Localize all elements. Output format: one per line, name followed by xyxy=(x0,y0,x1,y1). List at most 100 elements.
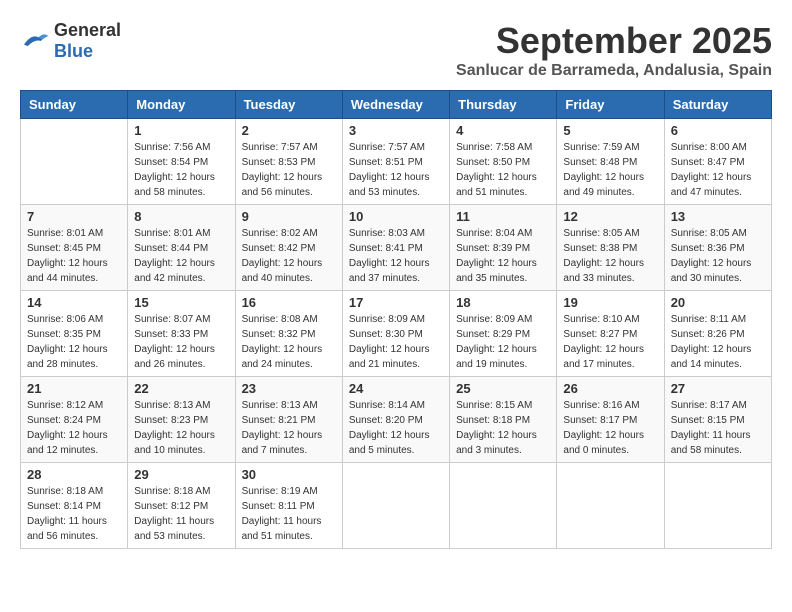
calendar-cell: 4 Sunrise: 7:58 AM Sunset: 8:50 PM Daylig… xyxy=(450,119,557,205)
day-info: Sunrise: 8:11 AM Sunset: 8:26 PM Dayligh… xyxy=(671,312,765,372)
calendar-cell: 13 Sunrise: 8:05 AM Sunset: 8:36 PM Dayli… xyxy=(664,205,771,291)
calendar-cell: 20 Sunrise: 8:11 AM Sunset: 8:26 PM Dayli… xyxy=(664,291,771,377)
calendar-cell xyxy=(664,463,771,549)
calendar-cell: 7 Sunrise: 8:01 AM Sunset: 8:45 PM Daylig… xyxy=(21,205,128,291)
header-friday: Friday xyxy=(557,91,664,119)
day-number: 27 xyxy=(671,381,765,396)
calendar-cell: 22 Sunrise: 8:13 AM Sunset: 8:23 PM Dayli… xyxy=(128,377,235,463)
day-info: Sunrise: 8:07 AM Sunset: 8:33 PM Dayligh… xyxy=(134,312,228,372)
calendar-cell: 28 Sunrise: 8:18 AM Sunset: 8:14 PM Dayli… xyxy=(21,463,128,549)
day-number: 2 xyxy=(242,123,336,138)
day-info: Sunrise: 8:02 AM Sunset: 8:42 PM Dayligh… xyxy=(242,226,336,286)
day-number: 23 xyxy=(242,381,336,396)
header-wednesday: Wednesday xyxy=(342,91,449,119)
day-number: 10 xyxy=(349,209,443,224)
day-info: Sunrise: 8:16 AM Sunset: 8:17 PM Dayligh… xyxy=(563,398,657,458)
day-number: 13 xyxy=(671,209,765,224)
calendar-cell: 1 Sunrise: 7:56 AM Sunset: 8:54 PM Daylig… xyxy=(128,119,235,205)
location-subtitle: Sanlucar de Barrameda, Andalusia, Spain xyxy=(456,62,772,80)
month-title: September 2025 xyxy=(456,20,772,62)
day-number: 11 xyxy=(456,209,550,224)
calendar-cell: 23 Sunrise: 8:13 AM Sunset: 8:21 PM Dayli… xyxy=(235,377,342,463)
day-info: Sunrise: 7:56 AM Sunset: 8:54 PM Dayligh… xyxy=(134,140,228,200)
day-info: Sunrise: 7:57 AM Sunset: 8:51 PM Dayligh… xyxy=(349,140,443,200)
day-info: Sunrise: 8:00 AM Sunset: 8:47 PM Dayligh… xyxy=(671,140,765,200)
calendar-cell: 30 Sunrise: 8:19 AM Sunset: 8:11 PM Dayli… xyxy=(235,463,342,549)
day-number: 29 xyxy=(134,467,228,482)
day-info: Sunrise: 8:14 AM Sunset: 8:20 PM Dayligh… xyxy=(349,398,443,458)
calendar-cell: 17 Sunrise: 8:09 AM Sunset: 8:30 PM Dayli… xyxy=(342,291,449,377)
day-number: 26 xyxy=(563,381,657,396)
day-info: Sunrise: 7:58 AM Sunset: 8:50 PM Dayligh… xyxy=(456,140,550,200)
day-info: Sunrise: 8:04 AM Sunset: 8:39 PM Dayligh… xyxy=(456,226,550,286)
day-number: 24 xyxy=(349,381,443,396)
calendar-cell: 19Sunrise: 8:10 AM Sunset: 8:27 PM Dayli… xyxy=(557,291,664,377)
day-number: 25 xyxy=(456,381,550,396)
week-row-5: 28 Sunrise: 8:18 AM Sunset: 8:14 PM Dayli… xyxy=(21,463,772,549)
day-info: Sunrise: 8:13 AM Sunset: 8:23 PM Dayligh… xyxy=(134,398,228,458)
day-number: 9 xyxy=(242,209,336,224)
logo-general: General xyxy=(54,20,121,40)
calendar-cell xyxy=(557,463,664,549)
title-section: September 2025 Sanlucar de Barrameda, An… xyxy=(456,20,772,80)
header-monday: Monday xyxy=(128,91,235,119)
day-info: Sunrise: 7:59 AM Sunset: 8:48 PM Dayligh… xyxy=(563,140,657,200)
day-number: 18 xyxy=(456,295,550,310)
day-number: 21 xyxy=(27,381,121,396)
calendar-cell xyxy=(342,463,449,549)
day-number: 1 xyxy=(134,123,228,138)
calendar-cell: 29 Sunrise: 8:18 AM Sunset: 8:12 PM Dayli… xyxy=(128,463,235,549)
day-info: Sunrise: 8:05 AM Sunset: 8:36 PM Dayligh… xyxy=(671,226,765,286)
calendar-cell: 9 Sunrise: 8:02 AM Sunset: 8:42 PM Daylig… xyxy=(235,205,342,291)
day-info: Sunrise: 8:09 AM Sunset: 8:29 PM Dayligh… xyxy=(456,312,550,372)
header-sunday: Sunday xyxy=(21,91,128,119)
calendar-cell: 21Sunrise: 8:12 AM Sunset: 8:24 PM Dayli… xyxy=(21,377,128,463)
calendar-cell: 3Sunrise: 7:57 AM Sunset: 8:51 PM Daylig… xyxy=(342,119,449,205)
calendar-cell xyxy=(21,119,128,205)
calendar-cell: 24 Sunrise: 8:14 AM Sunset: 8:20 PM Dayli… xyxy=(342,377,449,463)
calendar-cell: 6 Sunrise: 8:00 AM Sunset: 8:47 PM Daylig… xyxy=(664,119,771,205)
day-info: Sunrise: 8:08 AM Sunset: 8:32 PM Dayligh… xyxy=(242,312,336,372)
week-row-3: 14 Sunrise: 8:06 AM Sunset: 8:35 PM Dayli… xyxy=(21,291,772,377)
day-info: Sunrise: 8:01 AM Sunset: 8:45 PM Dayligh… xyxy=(27,226,121,286)
calendar-cell: 25Sunrise: 8:15 AM Sunset: 8:18 PM Dayli… xyxy=(450,377,557,463)
calendar-cell: 18 Sunrise: 8:09 AM Sunset: 8:29 PM Dayli… xyxy=(450,291,557,377)
day-number: 7 xyxy=(27,209,121,224)
day-number: 5 xyxy=(563,123,657,138)
day-number: 6 xyxy=(671,123,765,138)
calendar-cell: 5 Sunrise: 7:59 AM Sunset: 8:48 PM Daylig… xyxy=(557,119,664,205)
logo-bird-icon xyxy=(20,30,50,52)
header-saturday: Saturday xyxy=(664,91,771,119)
day-number: 22 xyxy=(134,381,228,396)
day-number: 30 xyxy=(242,467,336,482)
calendar-table: SundayMondayTuesdayWednesdayThursdayFrid… xyxy=(20,90,772,549)
day-info: Sunrise: 8:18 AM Sunset: 8:14 PM Dayligh… xyxy=(27,484,121,544)
week-row-4: 21Sunrise: 8:12 AM Sunset: 8:24 PM Dayli… xyxy=(21,377,772,463)
day-number: 12 xyxy=(563,209,657,224)
day-number: 4 xyxy=(456,123,550,138)
calendar-cell: 12Sunrise: 8:05 AM Sunset: 8:38 PM Dayli… xyxy=(557,205,664,291)
day-info: Sunrise: 8:18 AM Sunset: 8:12 PM Dayligh… xyxy=(134,484,228,544)
day-number: 17 xyxy=(349,295,443,310)
calendar-cell: 11 Sunrise: 8:04 AM Sunset: 8:39 PM Dayli… xyxy=(450,205,557,291)
day-number: 19 xyxy=(563,295,657,310)
day-info: Sunrise: 8:19 AM Sunset: 8:11 PM Dayligh… xyxy=(242,484,336,544)
calendar-cell: 15 Sunrise: 8:07 AM Sunset: 8:33 PM Dayli… xyxy=(128,291,235,377)
day-number: 20 xyxy=(671,295,765,310)
day-number: 14 xyxy=(27,295,121,310)
calendar-cell: 26 Sunrise: 8:16 AM Sunset: 8:17 PM Dayli… xyxy=(557,377,664,463)
day-info: Sunrise: 8:01 AM Sunset: 8:44 PM Dayligh… xyxy=(134,226,228,286)
calendar-cell: 27Sunrise: 8:17 AM Sunset: 8:15 PM Dayli… xyxy=(664,377,771,463)
day-number: 15 xyxy=(134,295,228,310)
day-info: Sunrise: 8:09 AM Sunset: 8:30 PM Dayligh… xyxy=(349,312,443,372)
logo-blue: Blue xyxy=(54,41,93,61)
logo: General Blue xyxy=(20,20,121,62)
calendar-cell: 8Sunrise: 8:01 AM Sunset: 8:44 PM Daylig… xyxy=(128,205,235,291)
day-info: Sunrise: 8:13 AM Sunset: 8:21 PM Dayligh… xyxy=(242,398,336,458)
day-info: Sunrise: 8:03 AM Sunset: 8:41 PM Dayligh… xyxy=(349,226,443,286)
calendar-cell: 14 Sunrise: 8:06 AM Sunset: 8:35 PM Dayli… xyxy=(21,291,128,377)
week-row-1: 1 Sunrise: 7:56 AM Sunset: 8:54 PM Daylig… xyxy=(21,119,772,205)
day-info: Sunrise: 8:06 AM Sunset: 8:35 PM Dayligh… xyxy=(27,312,121,372)
header-tuesday: Tuesday xyxy=(235,91,342,119)
day-number: 28 xyxy=(27,467,121,482)
